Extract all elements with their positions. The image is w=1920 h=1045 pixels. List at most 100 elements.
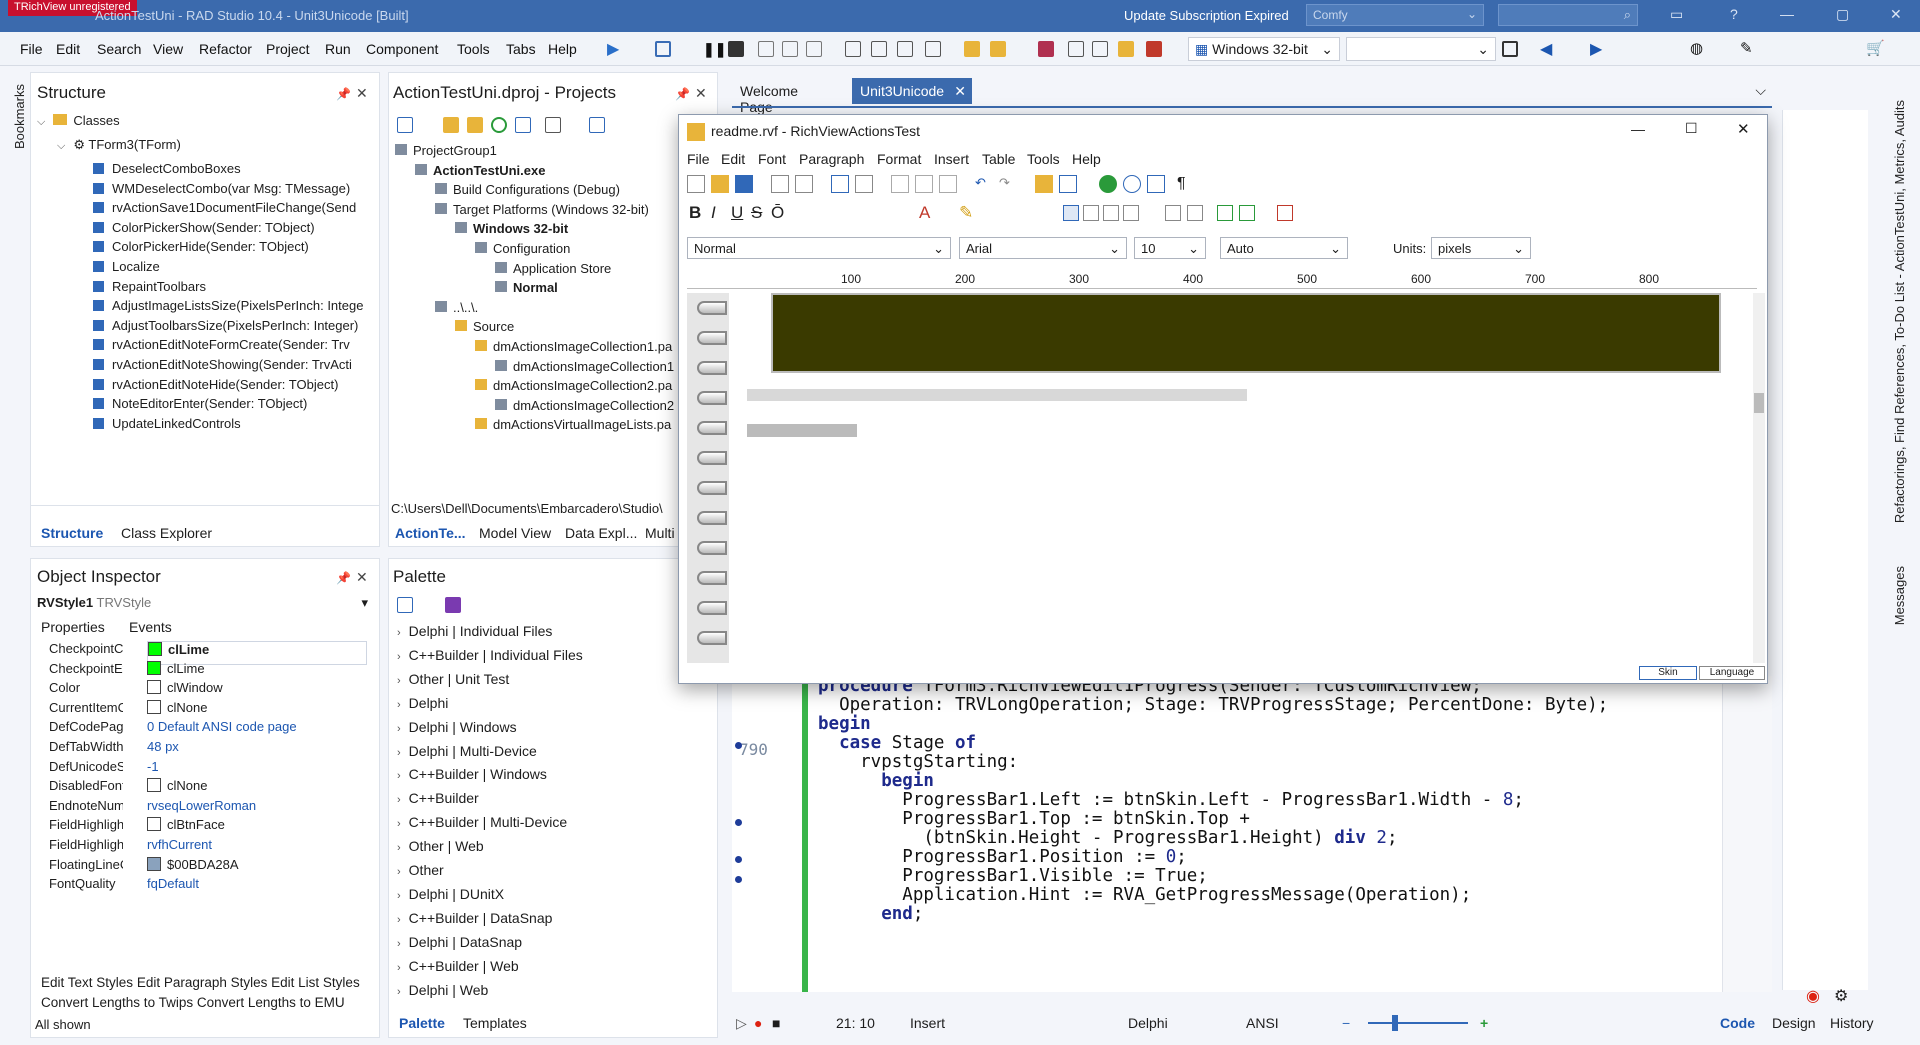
palette-category[interactable]: › C++Builder | DataSnap bbox=[397, 910, 552, 934]
strike-icon[interactable]: S bbox=[751, 203, 762, 223]
dlg-menu-table[interactable]: Table bbox=[982, 151, 1015, 167]
help-icon[interactable]: ? bbox=[1730, 6, 1738, 22]
add-file-icon[interactable] bbox=[1118, 41, 1134, 57]
dlg-menu-tools[interactable]: Tools bbox=[1027, 151, 1060, 167]
encoding[interactable]: ANSI bbox=[1246, 1015, 1279, 1031]
units-select[interactable]: pixels ⌄ bbox=[1431, 237, 1531, 259]
font-color-icon[interactable]: A bbox=[919, 203, 930, 223]
close-icon[interactable]: ✕ bbox=[356, 85, 368, 102]
cart-icon[interactable]: 🛒 bbox=[1866, 39, 1885, 57]
sync-icon[interactable] bbox=[515, 117, 531, 133]
size-select[interactable]: 10 ⌄ bbox=[1134, 237, 1206, 259]
wrench-icon[interactable]: ✎ bbox=[1740, 39, 1753, 57]
cut-icon[interactable] bbox=[891, 175, 909, 193]
tab-palette[interactable]: Palette bbox=[399, 1015, 445, 1031]
device-icon[interactable] bbox=[1502, 41, 1518, 57]
close-icon[interactable]: ✕ bbox=[695, 85, 707, 102]
palette-category[interactable]: › Other | Unit Test bbox=[397, 671, 509, 695]
align-center-icon[interactable] bbox=[1083, 205, 1099, 221]
tab-events[interactable]: Events bbox=[129, 619, 172, 635]
copy-icon[interactable] bbox=[915, 175, 933, 193]
link-convert-emu[interactable]: Convert Lengths to EMU bbox=[197, 995, 345, 1010]
dlg-menu-file[interactable]: File bbox=[687, 151, 710, 167]
close-icon[interactable]: ✕ bbox=[356, 569, 368, 586]
save-icon[interactable] bbox=[1038, 41, 1054, 57]
dlg-menu-edit[interactable]: Edit bbox=[721, 151, 745, 167]
menu-edit[interactable]: Edit bbox=[56, 41, 80, 57]
tab-data-explorer[interactable]: Data Expl... bbox=[565, 525, 637, 541]
palette-category[interactable]: › Delphi | DUnitX bbox=[397, 886, 504, 910]
save-icon[interactable] bbox=[735, 175, 753, 193]
palette-category[interactable]: › Delphi | Web bbox=[397, 982, 488, 1006]
paragraph-border-icon[interactable] bbox=[1277, 205, 1293, 221]
close-icon[interactable]: ✕ bbox=[1737, 120, 1750, 138]
doc-scrollbar[interactable] bbox=[1753, 293, 1765, 663]
object-selector[interactable]: RVStyle1 TRVStyle ▾ bbox=[37, 595, 372, 615]
open-folder-icon[interactable] bbox=[467, 117, 483, 133]
menu-tabs[interactable]: Tabs bbox=[506, 41, 536, 57]
document-area[interactable] bbox=[687, 293, 1749, 663]
settings-gear-icon[interactable]: ⚙ bbox=[1834, 986, 1848, 1006]
run-without-debug-icon[interactable] bbox=[655, 41, 671, 57]
remove-file-icon[interactable] bbox=[1146, 41, 1162, 57]
palette-category[interactable]: › C++Builder | Multi-Device bbox=[397, 814, 567, 838]
run-to-cursor-icon[interactable] bbox=[806, 41, 822, 57]
palette-category[interactable]: › C++Builder | Windows bbox=[397, 766, 547, 790]
print-icon[interactable] bbox=[795, 175, 813, 193]
tab-list-icon[interactable]: ⌵ bbox=[1755, 82, 1766, 99]
dlg-menu-help[interactable]: Help bbox=[1072, 151, 1101, 167]
save-all-icon[interactable] bbox=[1068, 41, 1084, 57]
open-icon[interactable] bbox=[964, 41, 980, 57]
platform-select[interactable]: ▦ Windows 32-bit ⌄ bbox=[1188, 37, 1340, 61]
record-macro-icon[interactable]: ● bbox=[754, 1015, 762, 1031]
numbering-icon[interactable] bbox=[1187, 205, 1203, 221]
run-icon[interactable]: ▶ bbox=[607, 39, 619, 59]
dlg-menu-insert[interactable]: Insert bbox=[934, 151, 969, 167]
trace-into-icon[interactable] bbox=[782, 41, 798, 57]
menu-search[interactable]: Search bbox=[97, 41, 141, 57]
layout-combo[interactable]: Comfy ⌄ bbox=[1306, 4, 1484, 26]
overline-icon[interactable]: Ō bbox=[771, 203, 784, 223]
tab-structure[interactable]: Structure bbox=[41, 525, 103, 541]
preview-icon[interactable] bbox=[771, 175, 789, 193]
zoom-in-icon[interactable]: + bbox=[1480, 1015, 1488, 1031]
tab-history[interactable]: History bbox=[1830, 1015, 1874, 1031]
skin-button[interactable]: Skin bbox=[1639, 666, 1697, 680]
link-convert-twips[interactable]: Convert Lengths to Twips bbox=[41, 995, 193, 1010]
pin-icon[interactable]: 📌 bbox=[336, 87, 351, 101]
property-value[interactable]: fqDefault bbox=[147, 876, 367, 900]
language-button[interactable]: Language bbox=[1699, 666, 1765, 680]
menu-tools[interactable]: Tools bbox=[457, 41, 490, 57]
close-icon[interactable]: ✕ bbox=[954, 83, 966, 100]
palette-category[interactable]: › Delphi | Individual Files bbox=[397, 623, 552, 647]
refactorings-tab[interactable]: Refactorings, Find References, To-Do Lis… bbox=[1892, 100, 1907, 523]
align-right-icon[interactable] bbox=[1103, 205, 1119, 221]
palette-category-icon[interactable] bbox=[445, 597, 461, 613]
tab-design[interactable]: Design bbox=[1772, 1015, 1816, 1031]
step-over-icon[interactable] bbox=[758, 41, 774, 57]
bookmarks-tab[interactable]: Bookmarks bbox=[12, 84, 27, 149]
tab-model-view[interactable]: Model View bbox=[479, 525, 551, 541]
ide-search-input[interactable]: ⌕ bbox=[1498, 4, 1638, 26]
new-form-icon[interactable] bbox=[871, 41, 887, 57]
property-name[interactable]: FontQuality bbox=[49, 876, 123, 900]
show-special-icon[interactable]: ¶ bbox=[1177, 175, 1195, 193]
menu-run[interactable]: Run bbox=[325, 41, 351, 57]
spell-icon[interactable] bbox=[855, 175, 873, 193]
toggle-form-icon[interactable] bbox=[925, 41, 941, 57]
justify-icon[interactable] bbox=[1123, 205, 1139, 221]
find-icon[interactable] bbox=[831, 175, 849, 193]
ruler[interactable]: 100 200 300 400 500 600 700 800 bbox=[687, 269, 1757, 289]
dlg-menu-paragraph[interactable]: Paragraph bbox=[799, 151, 864, 167]
tab-welcome-page[interactable]: Welcome Page bbox=[732, 78, 842, 115]
tab-unit3unicode[interactable]: Unit3Unicode ✕ bbox=[852, 78, 972, 104]
new-icon[interactable] bbox=[845, 41, 861, 57]
tab-code[interactable]: Code bbox=[1720, 1015, 1755, 1031]
code-editor[interactable]: 790 procedure TForm3.RichViewEdit1Progre… bbox=[732, 608, 1772, 992]
menu-file[interactable]: File bbox=[20, 41, 43, 57]
open-project-icon[interactable] bbox=[990, 41, 1006, 57]
equation-icon[interactable] bbox=[1147, 175, 1165, 193]
menu-view[interactable]: View bbox=[153, 41, 183, 57]
tree-classes[interactable]: ⌵ Classes bbox=[37, 113, 120, 135]
hyperlink-icon[interactable] bbox=[1099, 175, 1117, 193]
